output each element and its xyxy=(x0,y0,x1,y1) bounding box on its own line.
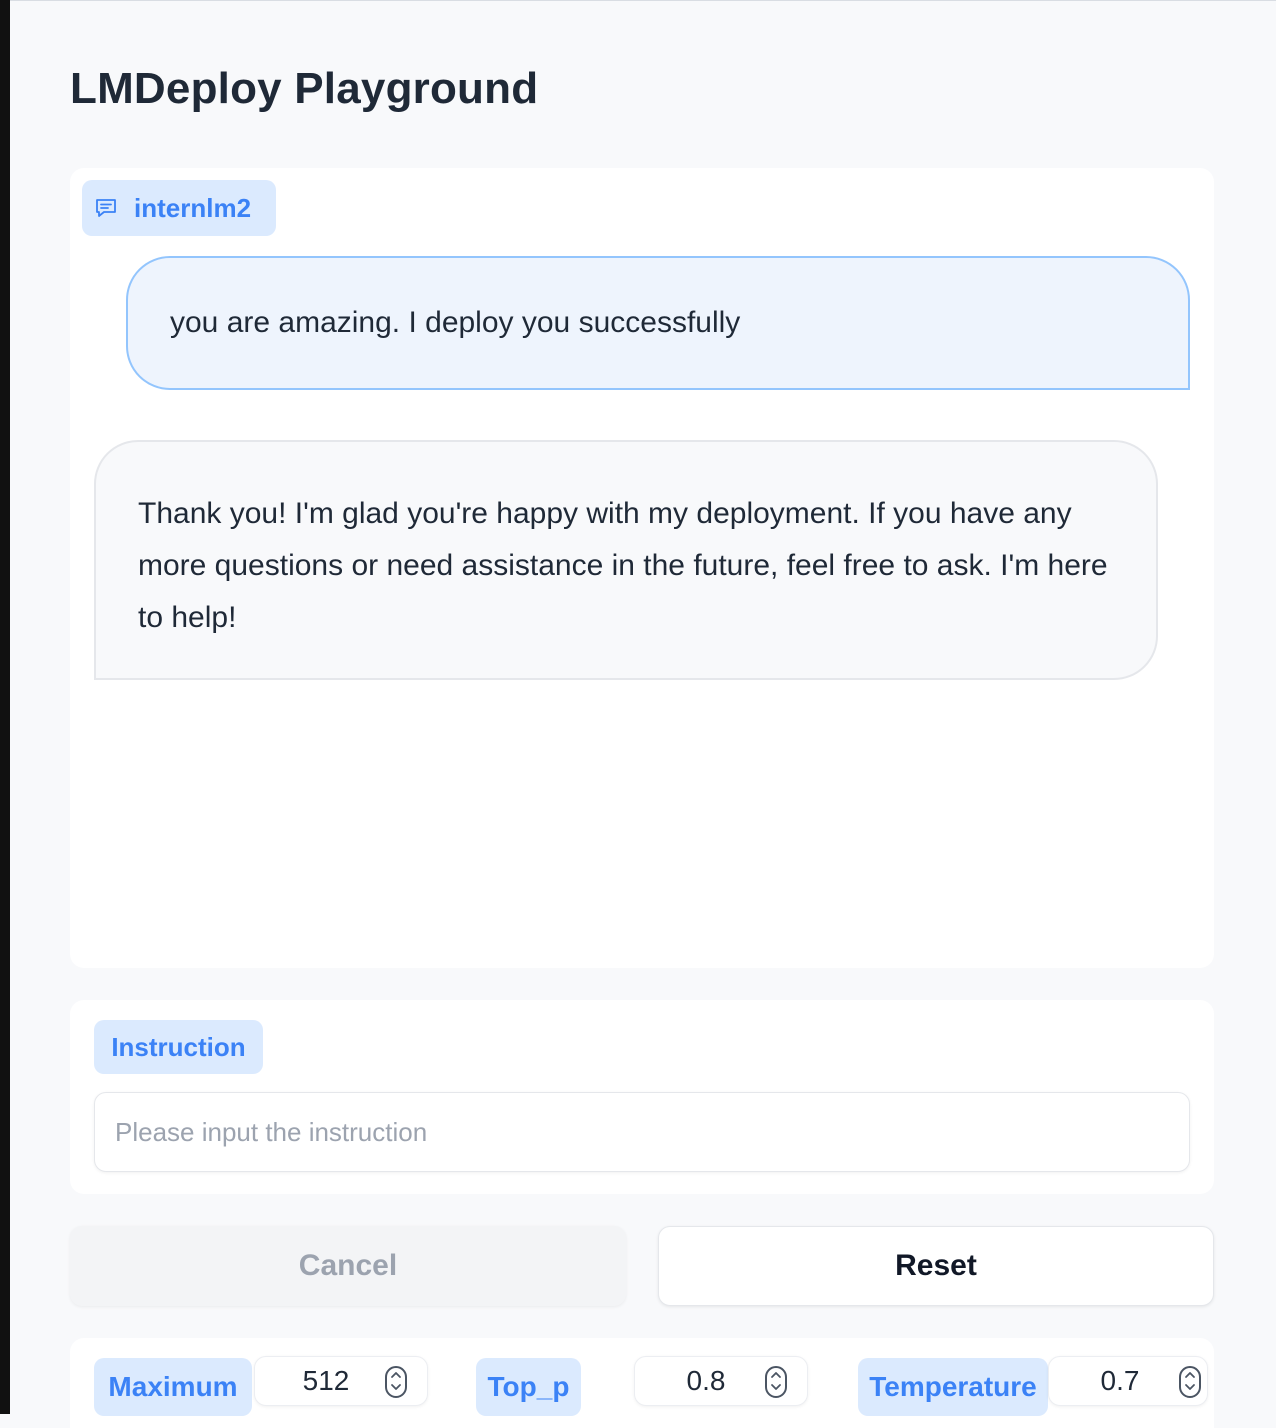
temperature-value: 0.7 xyxy=(1100,1365,1140,1396)
up-down-chevron-icon[interactable] xyxy=(385,1366,407,1398)
chat-bubble-icon xyxy=(94,197,134,219)
chatbot-label: internlm2 xyxy=(82,180,276,236)
maximum-input[interactable]: 512 xyxy=(254,1356,428,1406)
assistant-message-text: Thank you! I'm glad you're happy with my… xyxy=(138,497,1108,634)
user-message-text: you are amazing. I deploy you successful… xyxy=(170,306,741,339)
temperature-label: Temperature xyxy=(858,1358,1048,1416)
cancel-button[interactable]: Cancel xyxy=(70,1226,626,1306)
up-down-chevron-icon[interactable] xyxy=(1179,1366,1201,1398)
top-p-input[interactable]: 0.8 xyxy=(634,1356,808,1406)
instruction-panel: Instruction xyxy=(70,1000,1214,1194)
instruction-label: Instruction xyxy=(94,1020,263,1074)
maximum-label: Maximum xyxy=(94,1358,252,1416)
window-top-edge xyxy=(10,0,1276,1)
window-left-edge xyxy=(0,0,10,1414)
up-down-chevron-icon[interactable] xyxy=(765,1366,787,1398)
temperature-input[interactable]: 0.7 xyxy=(1048,1356,1208,1406)
reset-button[interactable]: Reset xyxy=(658,1226,1214,1306)
maximum-value: 512 xyxy=(302,1365,350,1396)
generation-params-panel: Maximum 512 Top_p 0.8 Temperature 0.7 xyxy=(70,1338,1214,1428)
top-p-label: Top_p xyxy=(476,1358,581,1416)
user-message: you are amazing. I deploy you successful… xyxy=(126,256,1190,390)
assistant-message: Thank you! I'm glad you're happy with my… xyxy=(94,440,1158,680)
top-p-value: 0.8 xyxy=(686,1365,726,1396)
page-title: LMDeploy Playground xyxy=(70,64,539,113)
instruction-input[interactable] xyxy=(94,1092,1190,1172)
chatbot-label-text: internlm2 xyxy=(134,192,252,223)
chatbot-panel[interactable]: internlm2 you are amazing. I deploy you … xyxy=(70,168,1214,968)
